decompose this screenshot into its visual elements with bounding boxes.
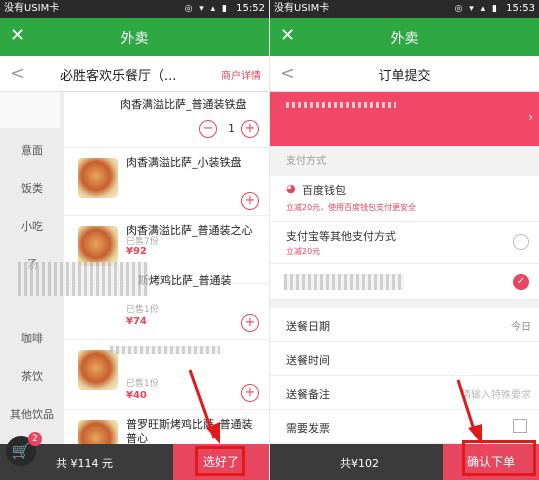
delivery-date-row[interactable]: 送餐日期 今日 — [270, 308, 539, 342]
sold-count: 已售1份 — [126, 305, 159, 315]
plus-button[interactable]: + — [241, 192, 259, 210]
radio-button[interactable] — [513, 234, 529, 250]
address-banner[interactable]: › — [270, 92, 539, 146]
app-title: 外卖 — [120, 31, 149, 47]
plus-button[interactable]: + — [241, 384, 259, 402]
page-title: 订单提交 — [378, 69, 431, 84]
row-label: 送餐日期 — [286, 320, 330, 333]
row-label: 送餐备注 — [286, 388, 330, 401]
app-bar: ✕ 外卖 — [0, 18, 269, 56]
blur-overlay — [286, 102, 396, 108]
list-item: 肉香满溢比萨_小装铁盘 + — [64, 148, 269, 216]
nav-bar: < 必胜客欢乐餐厅（... 商户详情 — [0, 56, 269, 92]
carrier-text: 没有USIM卡 — [274, 3, 330, 14]
invoice-checkbox[interactable] — [513, 419, 527, 433]
item-name: 肉香满溢比萨_小装铁盘 — [126, 156, 242, 169]
list-item: 肉香满溢比萨_普通装铁盘 − 1 + — [64, 92, 269, 148]
right-screen: 没有USIM卡 ◎ ▾ ▴ ▮ 15:53 ✕ 外卖 < 订单提交 › 支付方式… — [270, 0, 539, 480]
clock: 15:53 — [506, 3, 535, 14]
cart-count-badge: 2 — [28, 432, 42, 446]
blur-overlay — [18, 262, 148, 296]
baidu-wallet-icon: ◕ — [286, 182, 296, 195]
delivery-time-row[interactable]: 送餐时间 — [270, 342, 539, 376]
delivery-note-row[interactable]: 送餐备注 请输入特殊要求 — [270, 376, 539, 410]
payment-option-baidu[interactable]: ◕ 百度钱包 立减20元，使用百度钱包支付更安全 — [270, 176, 539, 222]
total-price: 共 ¥114 元 — [56, 457, 113, 470]
back-chevron-icon[interactable]: < — [10, 63, 25, 84]
blur-overlay — [0, 92, 60, 128]
category-item[interactable]: 茶饮 — [0, 358, 64, 396]
restaurant-name: 必胜客欢乐餐厅（... — [60, 69, 177, 84]
total-price: 共¥102 — [340, 457, 379, 470]
carrier-text: 没有USIM卡 — [4, 3, 60, 14]
payment-label: 百度钱包 — [302, 184, 346, 197]
blur-overlay — [284, 274, 404, 290]
category-item[interactable]: 小吃 — [0, 208, 64, 246]
row-label: 送餐时间 — [286, 354, 330, 367]
item-name: 斯烤鸡比萨_普通装 — [138, 274, 232, 287]
payment-promo: 立减20元 — [286, 247, 321, 256]
plus-button[interactable]: + — [241, 120, 259, 138]
pizza-image — [78, 158, 118, 198]
pizza-image — [78, 350, 118, 390]
payment-label: 支付宝等其他支付方式 — [286, 230, 396, 243]
status-bar: 没有USIM卡 ◎ ▾ ▴ ▮ 15:53 — [270, 0, 539, 18]
quantity-value: 1 — [228, 122, 235, 135]
category-item[interactable]: 意面 — [0, 132, 64, 170]
nav-bar: < 订单提交 — [270, 56, 539, 92]
checkmark-icon[interactable]: ✓ — [513, 274, 529, 290]
minus-button[interactable]: − — [199, 120, 217, 138]
section-header: 支付方式 — [286, 156, 326, 167]
item-price: ¥40 — [126, 390, 147, 401]
pointer-arrow-icon — [456, 379, 482, 444]
merchant-details-link[interactable]: 商户详情 — [221, 67, 261, 82]
clock: 15:52 — [236, 3, 265, 14]
blur-overlay — [110, 346, 220, 354]
app-title: 外卖 — [390, 31, 419, 47]
highlight-box — [195, 446, 245, 476]
row-label: 需要发票 — [286, 422, 330, 435]
item-name: 肉香满溢比萨_普通装铁盘 — [120, 98, 247, 111]
payment-promo: 立减20元，使用百度钱包支付更安全 — [286, 203, 417, 212]
pizza-image — [78, 226, 118, 266]
app-bar: ✕ 外卖 — [270, 18, 539, 56]
category-item[interactable]: 其他饮品 — [0, 396, 64, 434]
payment-option-selected[interactable]: ✓ — [270, 264, 539, 300]
item-price: ¥92 — [126, 246, 147, 257]
status-icons: ◎ ▾ ▴ ▮ — [454, 4, 499, 14]
sold-count: 已售1份 — [126, 379, 159, 389]
chevron-right-icon: › — [528, 110, 533, 124]
row-value: 今日 — [511, 322, 531, 333]
category-item[interactable]: 饭类 — [0, 170, 64, 208]
pointer-arrow-icon — [188, 369, 220, 444]
status-bar: 没有USIM卡 ◎ ▾ ▴ ▮ 15:52 — [0, 0, 269, 18]
status-icons: ◎ ▾ ▴ ▮ — [184, 4, 229, 14]
plus-button[interactable]: + — [241, 314, 259, 332]
invoice-row[interactable]: 需要发票 — [270, 410, 539, 444]
left-screen: 没有USIM卡 ◎ ▾ ▴ ▮ 15:52 ✕ 外卖 < 必胜客欢乐餐厅（...… — [0, 0, 269, 480]
category-item[interactable]: 咖啡 — [0, 320, 64, 358]
payment-option-alipay[interactable]: 支付宝等其他支付方式 立减20元 — [270, 222, 539, 264]
item-price: ¥74 — [126, 316, 147, 327]
